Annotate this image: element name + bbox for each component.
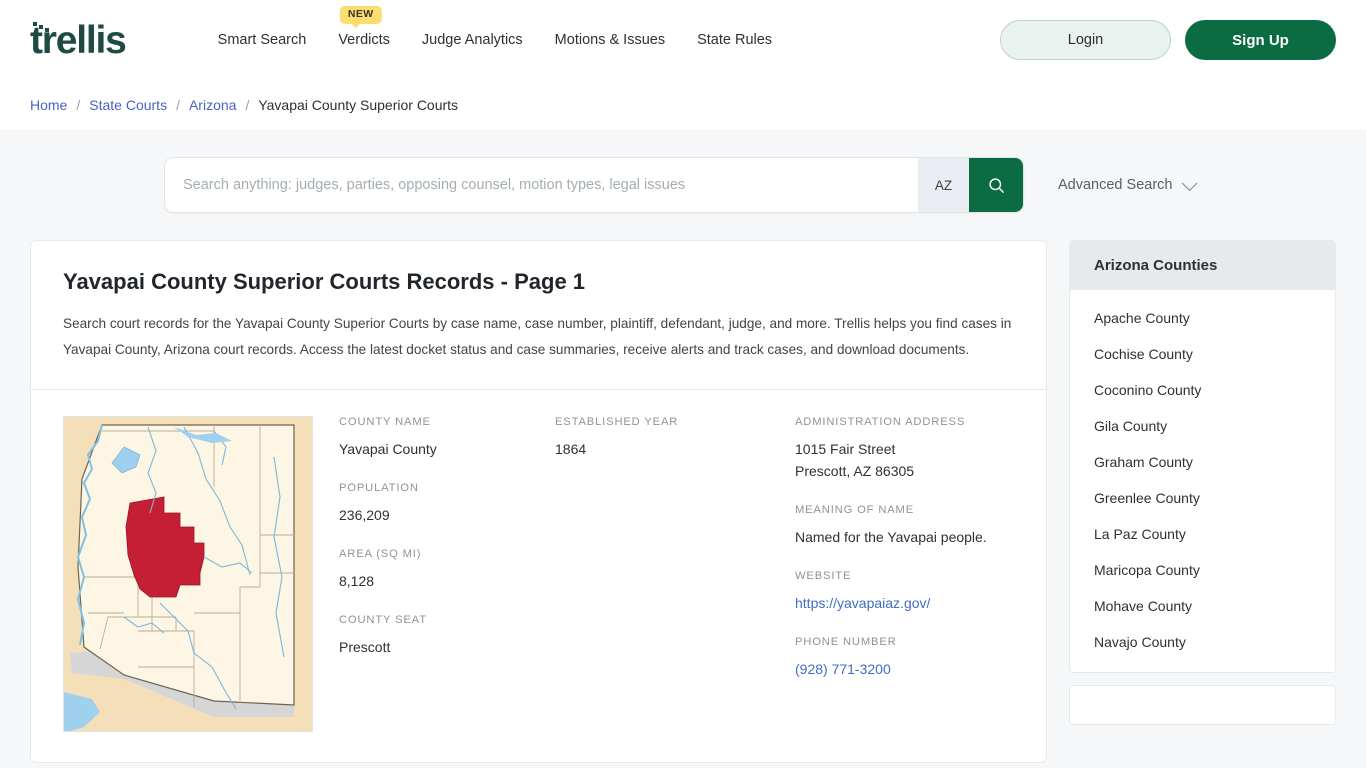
search-zone: AZ Advanced Search (0, 130, 1366, 240)
nav-item-state-rules[interactable]: State Rules (681, 32, 788, 48)
breadcrumb-item-state-courts[interactable]: State Courts (89, 97, 167, 113)
state-selector[interactable]: AZ (918, 158, 969, 212)
field-population: POPULATION 236,209 (339, 482, 555, 526)
field-established-year: ESTABLISHED YEAR 1864 (555, 416, 795, 460)
logo-mark-3 (45, 27, 49, 32)
card-header: Yavapai County Superior Courts Records -… (31, 241, 1046, 389)
search-bar: AZ (164, 157, 1024, 213)
field-label: COUNTY NAME (339, 416, 431, 428)
county-records-card: Yavapai County Superior Courts Records -… (30, 240, 1047, 763)
field-value: Prescott (339, 639, 391, 655)
field-value: 8,128 (339, 573, 375, 589)
sidebar-item-navajo[interactable]: Navajo County (1070, 624, 1335, 660)
breadcrumb-current: Yavapai County Superior Courts (258, 97, 459, 113)
search-input[interactable] (165, 158, 918, 212)
field-website: WEBSITE https://yavapaiaz.gov/ (795, 570, 1045, 614)
fields-column-3: ADMINISTRATION ADDRESS 1015 Fair Street … (795, 416, 1045, 732)
sidebar-title: Arizona Counties (1070, 241, 1335, 290)
sidebar-item-greenlee[interactable]: Greenlee County (1070, 480, 1335, 516)
login-button[interactable]: Login (1000, 20, 1171, 60)
county-list: Apache County Cochise County Coconino Co… (1070, 290, 1335, 672)
nav-label: Motions & Issues (554, 32, 666, 48)
sidebar-item-graham[interactable]: Graham County (1070, 444, 1335, 480)
map-graphic (64, 417, 312, 731)
logo-mark-1 (33, 21, 37, 26)
signup-button[interactable]: Sign Up (1185, 20, 1336, 60)
field-value: 1864 (555, 441, 587, 457)
sidebar-item-coconino[interactable]: Coconino County (1070, 372, 1335, 408)
field-value: Yavapai County (339, 441, 437, 457)
auth-actions: Login Sign Up (1000, 20, 1336, 60)
field-county-name: COUNTY NAME Yavapai County (339, 416, 555, 460)
sidebar-item-gila[interactable]: Gila County (1070, 408, 1335, 444)
site-header: trellis Smart Search NEW Verdicts Judge … (0, 0, 1366, 80)
page-description: Search court records for the Yavapai Cou… (63, 316, 1012, 357)
breadcrumb-separator: / (76, 97, 81, 113)
sidebar-secondary-card (1069, 685, 1336, 725)
nav-label: Smart Search (217, 32, 307, 48)
advanced-search-label: Advanced Search (1058, 177, 1173, 193)
field-value-line2: Prescott, AZ 86305 (795, 463, 915, 479)
arizona-county-map (63, 416, 313, 732)
page-title: Yavapai County Superior Courts Records -… (63, 269, 586, 294)
field-label: WEBSITE (795, 570, 852, 582)
sidebar-item-maricopa[interactable]: Maricopa County (1070, 552, 1335, 588)
advanced-search-toggle[interactable]: Advanced Search (1058, 175, 1198, 193)
magnifier-icon (988, 177, 1004, 193)
field-value-line1: 1015 Fair Street (795, 441, 896, 457)
fields-column-1: COUNTY NAME Yavapai County POPULATION 23… (339, 416, 555, 732)
field-meaning-of-name: MEANING OF NAME Named for the Yavapai pe… (795, 504, 1045, 548)
new-badge: NEW (339, 6, 382, 28)
logo-mark-2 (39, 24, 43, 29)
breadcrumb-separator: / (176, 97, 180, 113)
field-value: Named for the Yavapai people. (795, 529, 987, 545)
nav-label: State Rules (697, 32, 773, 48)
sidebar-item-mohave[interactable]: Mohave County (1070, 588, 1335, 624)
logo-text: trellis (30, 18, 127, 62)
page-layout: Yavapai County Superior Courts Records -… (0, 240, 1366, 763)
field-admin-address: ADMINISTRATION ADDRESS 1015 Fair Street … (795, 416, 1045, 482)
nav-label: Verdicts (338, 32, 390, 48)
county-details: COUNTY NAME Yavapai County POPULATION 23… (31, 390, 1046, 762)
nav-item-judge-analytics[interactable]: Judge Analytics (406, 32, 539, 48)
arizona-counties-card: Arizona Counties Apache County Cochise C… (1069, 240, 1336, 673)
field-label: ADMINISTRATION ADDRESS (795, 416, 966, 428)
fields-grid: COUNTY NAME Yavapai County POPULATION 23… (339, 416, 1045, 732)
sidebar: Arizona Counties Apache County Cochise C… (1069, 240, 1336, 725)
phone-link[interactable]: (928) 771-3200 (795, 658, 1045, 680)
breadcrumb-item-arizona[interactable]: Arizona (189, 97, 236, 113)
field-value: 236,209 (339, 507, 390, 523)
sidebar-item-cochise[interactable]: Cochise County (1070, 336, 1335, 372)
nav-label: Judge Analytics (421, 32, 523, 48)
field-label: COUNTY SEAT (339, 614, 427, 626)
field-county-seat: COUNTY SEAT Prescott (339, 614, 555, 658)
sidebar-item-apache[interactable]: Apache County (1070, 300, 1335, 336)
fields-column-2: ESTABLISHED YEAR 1864 (555, 416, 795, 732)
website-link[interactable]: https://yavapaiaz.gov/ (795, 592, 1045, 614)
chevron-down-icon (1182, 175, 1198, 191)
trellis-logo[interactable]: trellis (30, 18, 127, 62)
field-phone: PHONE NUMBER (928) 771-3200 (795, 636, 1045, 680)
breadcrumb-item-home[interactable]: Home (30, 97, 67, 113)
nav-item-motions-issues[interactable]: Motions & Issues (539, 32, 681, 48)
field-label: PHONE NUMBER (795, 636, 897, 648)
search-button[interactable] (969, 158, 1023, 212)
breadcrumb: Home / State Courts / Arizona / Yavapai … (0, 80, 1366, 130)
field-label: AREA (SQ MI) (339, 548, 422, 560)
main-nav: Smart Search NEW Verdicts Judge Analytic… (202, 6, 788, 48)
sidebar-item-la-paz[interactable]: La Paz County (1070, 516, 1335, 552)
field-area: AREA (SQ MI) 8,128 (339, 548, 555, 592)
field-label: POPULATION (339, 482, 419, 494)
nav-item-verdicts[interactable]: NEW Verdicts (322, 6, 406, 48)
field-label: MEANING OF NAME (795, 504, 915, 516)
nav-item-smart-search[interactable]: Smart Search (202, 32, 323, 48)
breadcrumb-separator: / (245, 97, 250, 113)
field-label: ESTABLISHED YEAR (555, 416, 679, 428)
